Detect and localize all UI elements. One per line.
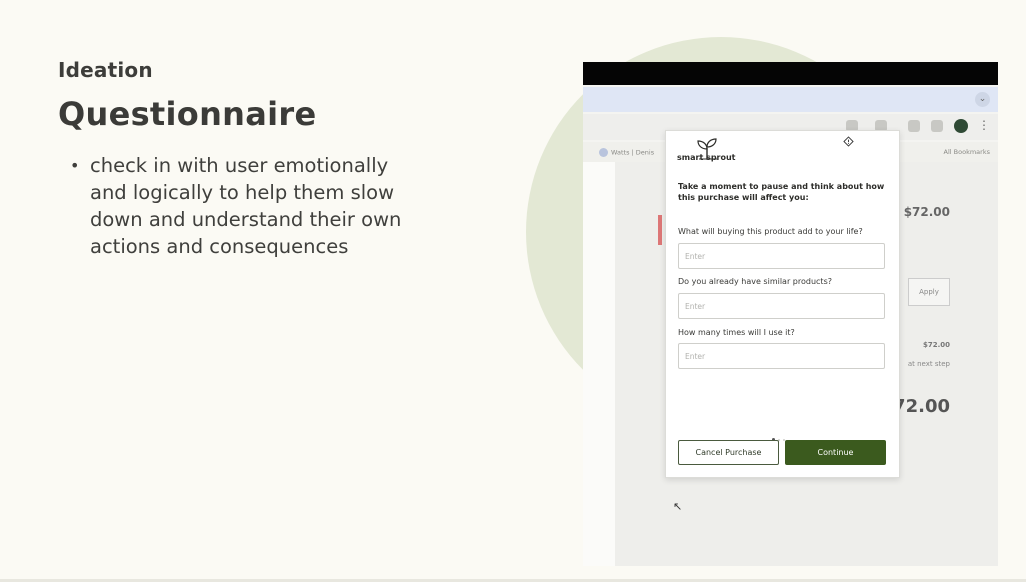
- page-sidebar: [583, 162, 615, 566]
- subtotal-value: $72.00: [922, 341, 950, 349]
- question-label: Do you already have similar products?: [678, 277, 832, 286]
- question-input[interactable]: [678, 243, 885, 269]
- product-price: $72.00: [903, 205, 950, 219]
- browser-tab-strip: ⌄: [583, 87, 998, 112]
- product-thumbnail: [658, 215, 662, 245]
- bookmark-item[interactable]: Watts | Denis: [585, 148, 654, 157]
- globe-icon: [599, 148, 608, 157]
- questionnaire-popup: smart sprout Take a moment to pause and …: [665, 130, 900, 478]
- shipping-value: at next step: [907, 360, 950, 368]
- slide-eyebrow: Ideation: [58, 58, 153, 82]
- question-label: What will buying this product add to you…: [678, 227, 863, 236]
- puzzle-icon[interactable]: [908, 120, 920, 132]
- cursor-icon: ↖: [673, 500, 683, 513]
- slide-title: Questionnaire: [58, 95, 317, 133]
- question-label: How many times will I use it?: [678, 328, 795, 337]
- cancel-purchase-button[interactable]: Cancel Purchase: [678, 440, 779, 465]
- bullet-item: check in with user emotionally and logic…: [70, 152, 430, 260]
- sidepanel-icon[interactable]: [931, 120, 943, 132]
- info-diamond-icon[interactable]: [843, 136, 854, 147]
- brand-logo: smart sprout: [677, 138, 747, 164]
- avatar[interactable]: [954, 119, 968, 133]
- browser-title-bar: [583, 62, 998, 85]
- apply-button[interactable]: Apply: [908, 278, 950, 306]
- question-input[interactable]: [678, 343, 885, 369]
- popup-intro: Take a moment to pause and think about h…: [678, 182, 885, 202]
- continue-button[interactable]: Continue: [785, 440, 886, 465]
- question-input[interactable]: [678, 293, 885, 319]
- chevron-down-icon[interactable]: ⌄: [975, 92, 990, 107]
- all-bookmarks[interactable]: All Bookmarks: [944, 148, 990, 156]
- more-vert-icon[interactable]: ⋮: [978, 118, 990, 132]
- bullet-list: check in with user emotionally and logic…: [70, 152, 430, 260]
- brand-name: smart sprout: [677, 153, 736, 162]
